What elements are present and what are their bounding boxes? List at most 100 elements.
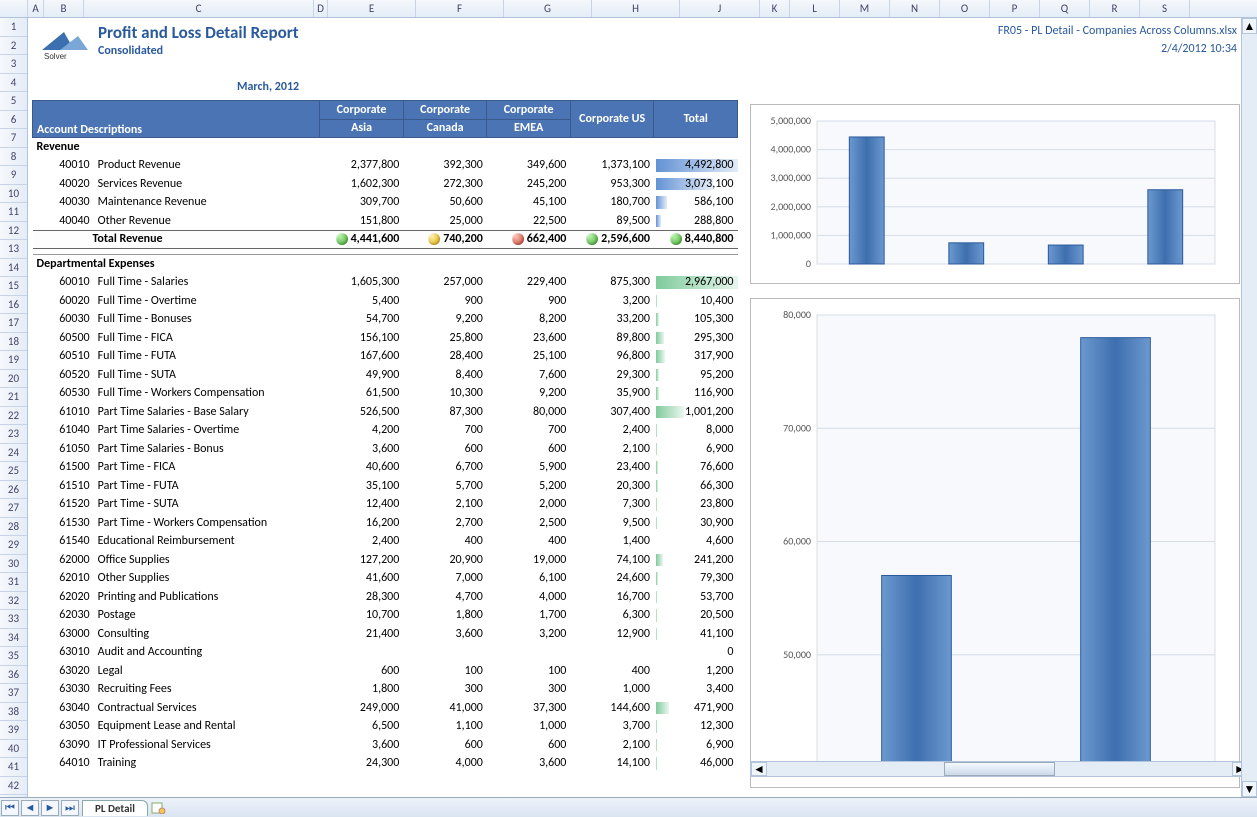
new-sheet-icon[interactable] xyxy=(150,801,168,815)
table-row: 40040Other Revenue151,80025,00022,50089,… xyxy=(33,212,738,231)
status-dot-icon xyxy=(428,233,440,245)
table-row: 40030Maintenance Revenue309,70050,60045,… xyxy=(33,193,738,212)
vertical-scrollbar[interactable]: ▲ ▼ xyxy=(1241,18,1257,797)
col-header-M[interactable]: M xyxy=(840,0,890,17)
row-header-24[interactable]: 24 xyxy=(0,444,27,463)
tab-nav-prev-icon[interactable]: ◄ xyxy=(21,800,39,816)
col-header-E[interactable]: E xyxy=(328,0,416,17)
secondary-chart[interactable]: 40,00050,00060,00070,00080,000 xyxy=(750,298,1240,788)
col-account-desc: Account Descriptions xyxy=(33,101,320,138)
row-header-17[interactable]: 17 xyxy=(0,314,27,333)
row-header-33[interactable]: 33 xyxy=(0,610,27,629)
row-header-14[interactable]: 14 xyxy=(0,259,27,278)
svg-text:1,000,000: 1,000,000 xyxy=(771,228,811,241)
col-header-D[interactable]: D xyxy=(314,0,328,17)
hscroll-thumb[interactable] xyxy=(944,762,1056,776)
row-header-16[interactable]: 16 xyxy=(0,296,27,315)
row-header-4[interactable]: 4 xyxy=(0,74,27,93)
row-header-12[interactable]: 12 xyxy=(0,222,27,241)
row-header-3[interactable]: 3 xyxy=(0,55,27,74)
row-header-39[interactable]: 39 xyxy=(0,721,27,740)
row-header-19[interactable]: 19 xyxy=(0,351,27,370)
row-header-9[interactable]: 9 xyxy=(0,166,27,185)
col-header-J[interactable]: J xyxy=(680,0,760,17)
row-header-41[interactable]: 41 xyxy=(0,758,27,777)
row-header-6[interactable]: 6 xyxy=(0,111,27,130)
col-corporate-emea: Corporate xyxy=(487,101,571,120)
row-header-7[interactable]: 7 xyxy=(0,129,27,148)
table-row: 60530Full Time - Workers Compensation61,… xyxy=(33,384,738,403)
horizontal-scrollbar[interactable]: ◄ ► xyxy=(750,761,1249,777)
row-header-13[interactable]: 13 xyxy=(0,240,27,259)
table-row: 62020Printing and Publications28,3004,70… xyxy=(33,588,738,607)
row-header-15[interactable]: 15 xyxy=(0,277,27,296)
sheet-tab-bar: ⏮ ◄ ► ⏭ PL Detail xyxy=(0,797,1257,817)
col-corporate-asia: Corporate xyxy=(320,101,404,120)
row-header-2[interactable]: 2 xyxy=(0,37,27,56)
row-header-29[interactable]: 29 xyxy=(0,536,27,555)
col-header-R[interactable]: R xyxy=(1090,0,1140,17)
col-header-F[interactable]: F xyxy=(416,0,504,17)
row-header-21[interactable]: 21 xyxy=(0,388,27,407)
col-header-B[interactable]: B xyxy=(44,0,84,17)
row-header-28[interactable]: 28 xyxy=(0,518,27,537)
scroll-down-icon[interactable]: ▼ xyxy=(1242,781,1257,797)
row-header-8[interactable]: 8 xyxy=(0,148,27,167)
row-header-1[interactable]: 1 xyxy=(0,18,27,37)
row-header-32[interactable]: 32 xyxy=(0,592,27,611)
col-corporate-us: Corporate US xyxy=(570,101,654,138)
revenue-by-company-chart[interactable]: 01,000,0002,000,0003,000,0004,000,0005,0… xyxy=(750,104,1240,284)
section-departmental-expenses: Departmental Expenses xyxy=(33,255,738,274)
row-header-27[interactable]: 27 xyxy=(0,499,27,518)
tab-nav-first-icon[interactable]: ⏮ xyxy=(1,800,19,816)
row-header-38[interactable]: 38 xyxy=(0,703,27,722)
row-header-23[interactable]: 23 xyxy=(0,425,27,444)
col-header-P[interactable]: P xyxy=(990,0,1040,17)
col-header-S[interactable]: S xyxy=(1140,0,1190,17)
row-header-col: 1234567891011121314151617181920212223242… xyxy=(0,18,28,797)
table-row: 61010Part Time Salaries - Base Salary526… xyxy=(33,403,738,422)
col-header-K[interactable]: K xyxy=(760,0,790,17)
row-header-26[interactable]: 26 xyxy=(0,481,27,500)
scroll-left-icon[interactable]: ◄ xyxy=(751,762,767,776)
row-header-5[interactable]: 5 xyxy=(0,92,27,111)
vscroll-track[interactable] xyxy=(1242,34,1257,781)
svg-text:5,000,000: 5,000,000 xyxy=(771,114,811,127)
row-header-10[interactable]: 10 xyxy=(0,185,27,204)
svg-text:80,000: 80,000 xyxy=(783,308,811,321)
row-header-37[interactable]: 37 xyxy=(0,684,27,703)
row-header-42[interactable]: 42 xyxy=(0,777,27,796)
row-header-31[interactable]: 31 xyxy=(0,573,27,592)
row-header-36[interactable]: 36 xyxy=(0,666,27,685)
solver-logo-icon: Solver xyxy=(40,26,90,64)
table-row: 62030Postage10,7001,8001,7006,30020,500 xyxy=(33,606,738,625)
row-header-20[interactable]: 20 xyxy=(0,370,27,389)
row-header-25[interactable]: 25 xyxy=(0,462,27,481)
tab-nav-next-icon[interactable]: ► xyxy=(41,800,59,816)
row-header-34[interactable]: 34 xyxy=(0,629,27,648)
report-header-block: Solver Profit and Loss Detail Report Con… xyxy=(32,20,322,98)
col-header-A[interactable]: A xyxy=(28,0,44,17)
row-header-11[interactable]: 11 xyxy=(0,203,27,222)
scroll-up-icon[interactable]: ▲ xyxy=(1242,18,1257,34)
col-header-N[interactable]: N xyxy=(890,0,940,17)
row-header-22[interactable]: 22 xyxy=(0,407,27,426)
worksheet-area[interactable]: Solver Profit and Loss Detail Report Con… xyxy=(28,18,1257,797)
row-header-30[interactable]: 30 xyxy=(0,555,27,574)
tab-nav-last-icon[interactable]: ⏭ xyxy=(61,800,79,816)
col-header-Q[interactable]: Q xyxy=(1040,0,1090,17)
row-header-35[interactable]: 35 xyxy=(0,647,27,666)
select-all-corner[interactable] xyxy=(0,0,28,17)
col-header-G[interactable]: G xyxy=(504,0,592,17)
hscroll-track[interactable] xyxy=(767,762,1232,776)
col-header-O[interactable]: O xyxy=(940,0,990,17)
report-table: Account DescriptionsCorporateCorporateCo… xyxy=(32,100,738,773)
table-row: 61040Part Time Salaries - Overtime4,2007… xyxy=(33,421,738,440)
sheet-tab-pl-detail[interactable]: PL Detail xyxy=(82,800,148,816)
col-header-L[interactable]: L xyxy=(790,0,840,17)
row-header-40[interactable]: 40 xyxy=(0,740,27,759)
table-row: 63030Recruiting Fees1,8003003001,0003,40… xyxy=(33,680,738,699)
row-header-18[interactable]: 18 xyxy=(0,333,27,352)
col-header-C[interactable]: C xyxy=(84,0,314,17)
col-header-H[interactable]: H xyxy=(592,0,680,17)
